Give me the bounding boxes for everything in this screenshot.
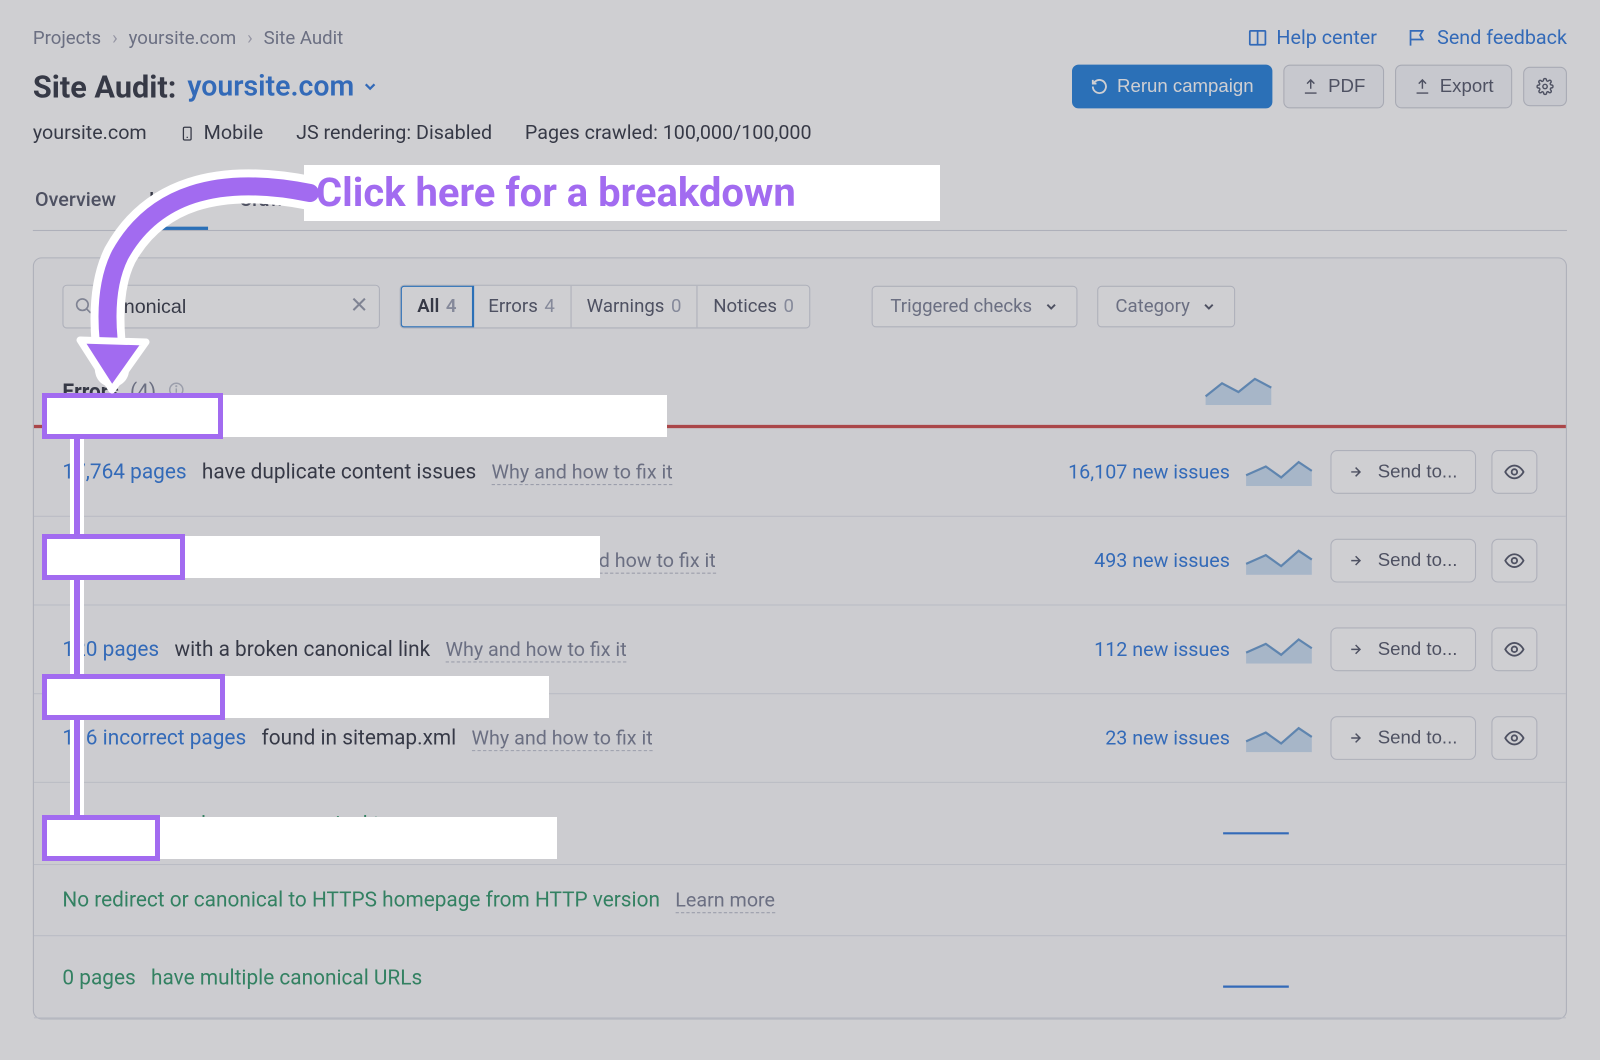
send-feedback-link[interactable]: Send feedback bbox=[1408, 26, 1567, 49]
share-icon bbox=[1349, 729, 1367, 747]
issue-description: with a broken canonical link bbox=[174, 636, 430, 661]
fix-link[interactable]: Why and how to fix it bbox=[492, 461, 673, 485]
mobile-icon bbox=[180, 122, 195, 144]
chevron-down-icon bbox=[361, 78, 379, 96]
issue-sparkline-flat bbox=[1222, 805, 1292, 842]
issue-row: No redirect or canonical to HTTPS homepa… bbox=[34, 865, 1566, 936]
rerun-campaign-button[interactable]: Rerun campaign bbox=[1072, 65, 1272, 109]
issue-sparkline bbox=[1245, 719, 1315, 756]
book-icon bbox=[1247, 27, 1268, 48]
flag-icon bbox=[1408, 27, 1429, 48]
send-to-button[interactable]: Send to... bbox=[1331, 539, 1476, 583]
issue-description: found in sitemap.xml bbox=[262, 725, 457, 750]
issue-link[interactable]: No redirect or canonical to HTTPS homepa… bbox=[62, 887, 660, 912]
annotation-arrow bbox=[70, 165, 330, 395]
issue-link[interactable]: 0 pages bbox=[62, 964, 135, 989]
settings-button[interactable] bbox=[1523, 67, 1567, 106]
share-icon bbox=[1349, 641, 1367, 659]
breadcrumb-projects[interactable]: Projects bbox=[33, 27, 101, 49]
filter-all[interactable]: All4 bbox=[400, 285, 474, 329]
eye-icon bbox=[1503, 461, 1525, 483]
eye-icon bbox=[1503, 638, 1525, 660]
meta-device: Mobile bbox=[180, 122, 264, 145]
fix-link[interactable]: Why and how to fix it bbox=[445, 638, 626, 662]
section-sparkline bbox=[1205, 372, 1275, 409]
chevron-right-icon: › bbox=[247, 27, 253, 49]
send-to-button[interactable]: Send to... bbox=[1331, 627, 1476, 671]
issue-row: 0 pages have multiple canonical URLs bbox=[34, 936, 1566, 1018]
breadcrumb-section: Site Audit bbox=[264, 27, 344, 49]
new-issues-count[interactable]: 493 new issues bbox=[1033, 549, 1230, 572]
send-to-button[interactable]: Send to... bbox=[1331, 450, 1476, 494]
refresh-icon bbox=[1091, 78, 1109, 96]
issue-sparkline bbox=[1245, 453, 1315, 490]
fix-link[interactable]: Why and how to fix it bbox=[472, 727, 653, 751]
filter-errors[interactable]: Errors4 bbox=[473, 286, 571, 328]
upload-icon bbox=[1302, 78, 1320, 96]
issue-description: have duplicate content issues bbox=[202, 459, 476, 484]
meta-js-rendering: JS rendering: Disabled bbox=[296, 122, 492, 145]
gear-icon bbox=[1536, 78, 1554, 96]
issue-row: 17,764 pageshave duplicate content issue… bbox=[34, 428, 1566, 517]
share-icon bbox=[1349, 552, 1367, 570]
send-to-button[interactable]: Send to... bbox=[1331, 716, 1476, 760]
upload-icon bbox=[1413, 78, 1431, 96]
clear-search-button[interactable] bbox=[349, 295, 369, 319]
chevron-down-icon bbox=[1201, 299, 1216, 314]
issue-sparkline-flat bbox=[1222, 958, 1292, 995]
category-dropdown[interactable]: Category bbox=[1097, 286, 1235, 328]
pdf-button[interactable]: PDF bbox=[1283, 65, 1384, 109]
view-button[interactable] bbox=[1491, 539, 1537, 583]
help-center-link[interactable]: Help center bbox=[1247, 26, 1377, 49]
breadcrumb: Projects › yoursite.com › Site Audit bbox=[33, 27, 343, 49]
eye-icon bbox=[1503, 550, 1525, 572]
meta-pages-crawled: Pages crawled: 100,000/100,000 bbox=[525, 122, 812, 145]
breadcrumb-domain[interactable]: yoursite.com bbox=[129, 27, 237, 49]
issue-sparkline bbox=[1245, 631, 1315, 668]
new-issues-count[interactable]: 16,107 new issues bbox=[1033, 460, 1230, 483]
triggered-checks-dropdown[interactable]: Triggered checks bbox=[872, 286, 1077, 328]
share-icon bbox=[1349, 463, 1367, 481]
page-title: Site Audit: bbox=[33, 68, 177, 104]
issue-link[interactable]: 116 incorrect pages bbox=[62, 725, 246, 750]
severity-filter: All4 Errors4 Warnings0 Notices0 bbox=[400, 285, 811, 329]
eye-icon bbox=[1503, 727, 1525, 749]
new-issues-count[interactable]: 112 new issues bbox=[1033, 638, 1230, 661]
view-button[interactable] bbox=[1491, 627, 1537, 671]
issue-description: have multiple canonical URLs bbox=[151, 964, 422, 989]
chevron-down-icon bbox=[1043, 299, 1058, 314]
chevron-right-icon: › bbox=[112, 27, 118, 49]
view-button[interactable] bbox=[1491, 450, 1537, 494]
filter-warnings[interactable]: Warnings0 bbox=[571, 286, 698, 328]
filter-notices[interactable]: Notices0 bbox=[698, 286, 809, 328]
domain-dropdown[interactable]: yoursite.com bbox=[187, 70, 378, 103]
learn-more-link[interactable]: Learn more bbox=[675, 889, 775, 913]
issue-sparkline bbox=[1245, 542, 1315, 579]
new-issues-count[interactable]: 23 new issues bbox=[1033, 727, 1230, 750]
export-button[interactable]: Export bbox=[1395, 65, 1512, 109]
meta-domain: yoursite.com bbox=[33, 122, 147, 145]
view-button[interactable] bbox=[1491, 716, 1537, 760]
